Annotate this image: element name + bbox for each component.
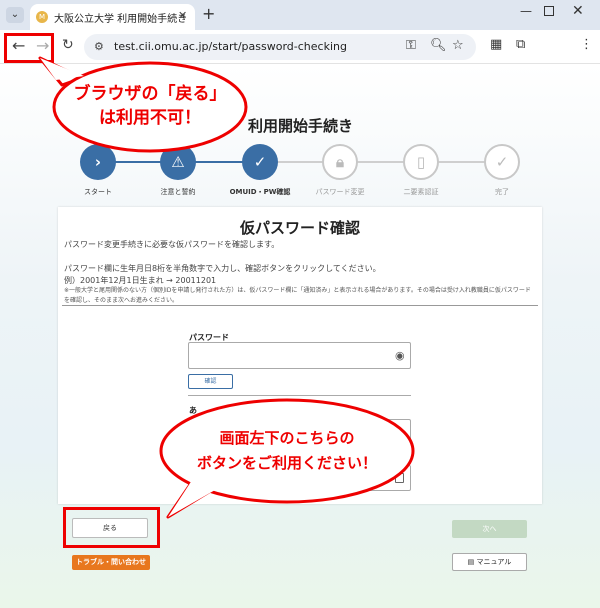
field-divider xyxy=(188,395,411,396)
step-label-id-check: OMUID・PW確認 xyxy=(229,188,291,196)
tab-close-icon[interactable]: ✕ xyxy=(178,9,187,22)
tab-title: 大阪公立大学 利用開始手続き xyxy=(54,14,188,25)
card-intro: パスワード変更手続きに必要な仮パスワードを確認します。 xyxy=(64,240,280,249)
confirm-button[interactable]: 確認 xyxy=(188,374,233,389)
step-label-complete: 完了 xyxy=(495,188,509,196)
page-title: 利用開始手続き xyxy=(248,117,354,135)
zoom-icon[interactable]: 🔍︎ xyxy=(430,38,447,53)
browser-tab-bar: ⌄ M 大阪公立大学 利用開始手続き ✕ + — ✕ xyxy=(0,0,600,30)
site-favicon-icon: M xyxy=(36,11,48,23)
step-password-circle: 🔒︎ xyxy=(322,144,358,180)
bubble1-line2: は利用不可！ xyxy=(99,108,201,128)
phone-icon: ▯ xyxy=(416,153,426,171)
key-icon[interactable]: ⚿ xyxy=(406,38,416,53)
step-start-circle: › xyxy=(80,144,116,180)
bubble2-text: 画面左下のこちらの ボタンをご利用ください！ xyxy=(177,426,397,476)
browser-back-highlight-box xyxy=(4,33,54,63)
browser-tab[interactable]: M 大阪公立大学 利用開始手続き ✕ xyxy=(30,4,195,30)
bubble1-line1: ブラウザの「戻る」 xyxy=(73,84,227,104)
card-title: 仮パスワード確認 xyxy=(239,219,360,237)
show-password-eye-icon[interactable]: ◉ xyxy=(395,349,405,362)
site-info-icon[interactable]: ⚙ xyxy=(94,40,104,53)
second-field-label: あ xyxy=(189,406,197,415)
window-maximize-icon[interactable] xyxy=(544,6,554,16)
address-url[interactable]: test.cii.omu.ac.jp/start/password-checki… xyxy=(114,40,347,53)
qr-icon[interactable]: ▦ xyxy=(490,37,502,52)
bubble2-line2: ボタンをご利用ください！ xyxy=(196,454,377,472)
step-label-password: パスワード変更 xyxy=(315,188,365,196)
step-label-terms: 注意と誓約 xyxy=(160,188,196,196)
card-divider xyxy=(62,305,538,306)
password-input[interactable]: ◉ xyxy=(188,342,411,369)
address-bar[interactable]: ⚙ test.cii.omu.ac.jp/start/password-chec… xyxy=(84,34,476,60)
bookmark-star-icon[interactable]: ☆ xyxy=(452,38,464,53)
lock-icon: 🔒︎ xyxy=(336,153,344,171)
step-terms-circle: ⚠ xyxy=(160,144,196,180)
back-button-highlight-box xyxy=(63,507,160,548)
window-minimize-icon[interactable]: — xyxy=(520,4,532,18)
step-id-check-circle: ✓ xyxy=(242,144,278,180)
user-check-icon: ✓ xyxy=(253,153,267,171)
window-close-icon[interactable]: ✕ xyxy=(572,3,584,19)
reload-icon[interactable]: ↻ xyxy=(62,37,74,53)
bubble2-line1: 画面左下のこちらの xyxy=(219,429,355,447)
card-note: ※一般大学と尾用関係のない方（個別IDを申請し発行された方）は、仮パスワード欄に… xyxy=(64,287,531,304)
stepper-line-todo xyxy=(260,161,502,163)
chevron-right-icon: › xyxy=(94,153,102,171)
check-icon: ✓ xyxy=(495,153,509,171)
step-label-2fa: 二要素認証 xyxy=(403,188,439,196)
step-complete-circle: ✓ xyxy=(484,144,520,180)
next-button[interactable]: 次へ xyxy=(452,520,527,538)
browser-toolbar: ← → ↻ ⚙ test.cii.omu.ac.jp/start/passwor… xyxy=(0,30,600,64)
extensions-icon[interactable]: ⧉ xyxy=(516,37,525,52)
browser-menu-icon[interactable]: ⋮ xyxy=(580,37,593,52)
card-instruction: パスワード欄に生年月日8桁を半角数字で入力し、確認ボタンをクリックしてください。 xyxy=(64,264,381,273)
card-example: 例）2001年12月1日生まれ → 20011201 xyxy=(64,276,217,285)
warning-icon: ⚠ xyxy=(171,153,185,171)
manual-button-label: マニュアル xyxy=(476,558,512,566)
step-2fa-circle: ▯ xyxy=(403,144,439,180)
new-tab-button[interactable]: + xyxy=(202,4,215,23)
trouble-contact-button[interactable]: トラブル・問い合わせ xyxy=(72,555,150,570)
bubble1-text: ブラウザの「戻る」 は利用不可！ xyxy=(70,82,230,130)
book-icon: ▤ xyxy=(467,558,477,566)
step-label-start: スタート xyxy=(84,188,112,196)
manual-button[interactable]: ▤ マニュアル xyxy=(452,553,527,571)
tab-search-button[interactable]: ⌄ xyxy=(6,7,24,23)
